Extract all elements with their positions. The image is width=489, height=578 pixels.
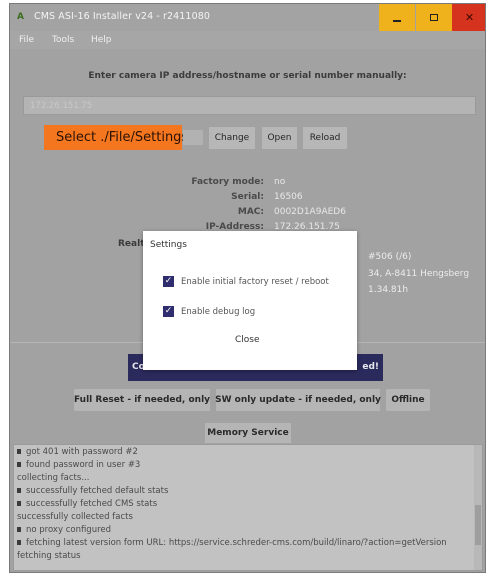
log-line: successfully fetched default stats [17, 486, 168, 496]
close-icon: ✕ [464, 11, 475, 24]
faded-button[interactable] [183, 130, 203, 145]
mac-value: 0002D1A9AED6 [274, 207, 346, 217]
serial-label: Serial: [231, 192, 264, 202]
change-button[interactable]: Change [209, 127, 255, 149]
side-fragment-version: 1.34.81h [368, 285, 409, 295]
minimize-icon [393, 19, 401, 22]
title-bar[interactable]: A CMS ASI-16 Installer v24 - r2411080 ✕ [10, 4, 485, 31]
app-icon: A [17, 12, 24, 22]
log-line: successfully fetched CMS stats [17, 499, 157, 509]
log-line: got 401 with password #2 [17, 447, 138, 457]
log-scrollbar-thumb[interactable] [475, 505, 481, 545]
dialog-close-button[interactable]: Close [235, 335, 260, 345]
checkmark-icon: ✓ [164, 276, 173, 286]
mac-label: MAC: [237, 207, 264, 217]
menu-bar: File Tools Help [10, 31, 485, 49]
full-reset-button[interactable]: Full Reset - if needed, only [74, 389, 210, 411]
menu-help[interactable]: Help [91, 35, 112, 45]
log-line: successfully collected facts [17, 512, 133, 522]
menu-tools[interactable]: Tools [52, 35, 74, 45]
settings-hint-banner: Select ./File/Settings [44, 125, 188, 150]
bullet-icon [17, 449, 21, 454]
settings-dialog-title: Settings [150, 240, 187, 250]
status-bar-right-text: ed! [362, 362, 379, 372]
ip-prompt: Enter camera IP address/hostname or seri… [88, 71, 407, 81]
log-line: found password in user #3 [17, 460, 140, 470]
log-line: fetching latest version form URL: https:… [17, 538, 447, 548]
checkmark-icon: ✓ [164, 306, 173, 316]
partial-label: Realt [118, 239, 145, 249]
factory-mode-label: Factory mode: [191, 177, 264, 187]
offline-button[interactable]: Offline [386, 389, 430, 411]
factory-reset-label: Enable initial factory reset / reboot [181, 276, 329, 287]
maximize-button[interactable] [416, 4, 452, 31]
settings-dialog: Settings ✓ Enable initial factory reset … [143, 231, 357, 370]
bullet-icon [17, 540, 21, 545]
serial-value: 16506 [274, 192, 303, 202]
close-window-button[interactable]: ✕ [452, 4, 485, 31]
sw-update-button[interactable]: SW only update - if needed, only [215, 389, 381, 411]
debug-log-label: Enable debug log [181, 306, 256, 317]
open-button[interactable]: Open [262, 127, 297, 149]
factory-reset-checkbox[interactable]: ✓ [163, 276, 174, 287]
bullet-icon [17, 462, 21, 467]
log-output[interactable]: got 401 with password #2 found password … [13, 444, 483, 571]
side-fragment-serial: #506 (/6) [368, 252, 412, 262]
minimize-button[interactable] [379, 4, 415, 31]
side-fragment-address: 34, A-8411 Hengsberg [368, 269, 470, 279]
memory-service-button[interactable]: Memory Service [205, 423, 291, 443]
reload-button[interactable]: Reload [303, 127, 347, 149]
log-line: fetching status [17, 551, 81, 561]
debug-log-checkbox[interactable]: ✓ [163, 306, 174, 317]
ip-address-input[interactable] [23, 96, 476, 115]
bullet-icon [17, 527, 21, 532]
factory-mode-value: no [274, 177, 286, 187]
maximize-icon [430, 14, 438, 21]
bullet-icon [17, 501, 21, 506]
menu-file[interactable]: File [19, 35, 34, 45]
window-title: CMS ASI-16 Installer v24 - r2411080 [34, 11, 211, 22]
factory-reset-option[interactable]: ✓ Enable initial factory reset / reboot [163, 276, 329, 287]
log-scrollbar[interactable] [474, 445, 482, 570]
log-line: collecting facts... [17, 473, 90, 483]
debug-log-option[interactable]: ✓ Enable debug log [163, 306, 255, 317]
log-line: no proxy configured [17, 525, 111, 535]
bullet-icon [17, 488, 21, 493]
